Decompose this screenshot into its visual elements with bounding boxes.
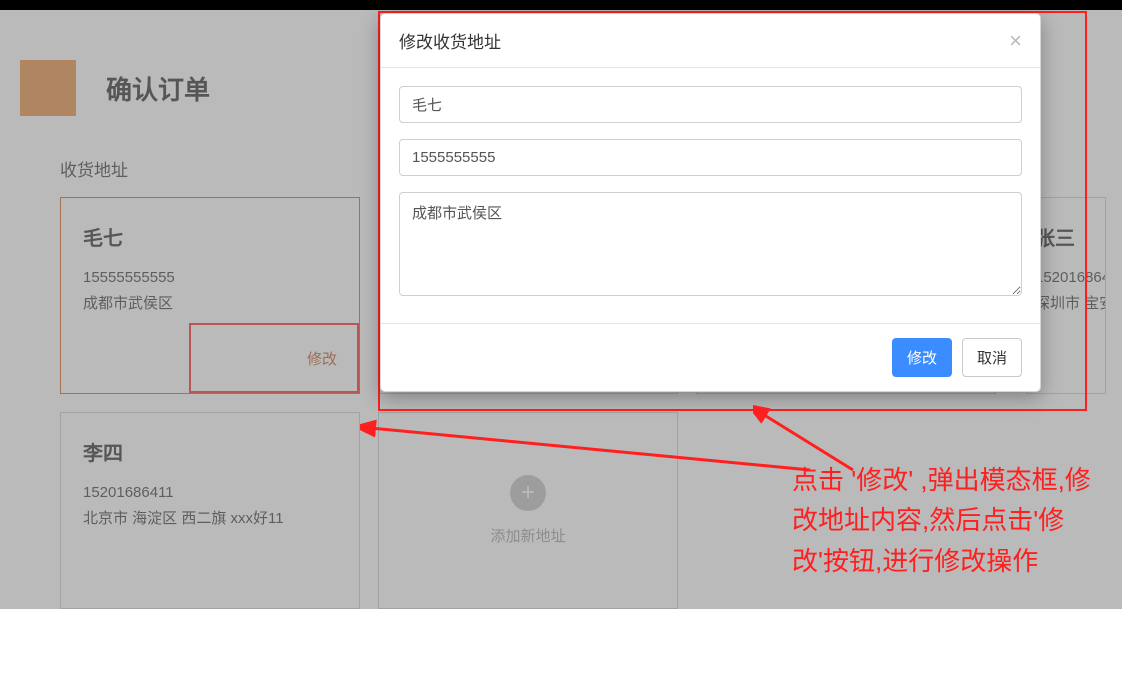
modal-title: 修改收货地址 — [399, 28, 501, 53]
submit-button[interactable]: 修改 — [892, 338, 952, 377]
edit-address-modal: 修改收货地址 × 成都市武侯区 修改 取消 — [380, 13, 1041, 392]
address-textarea[interactable]: 成都市武侯区 — [399, 192, 1022, 296]
modal-footer: 修改 取消 — [381, 324, 1040, 391]
name-input[interactable] — [399, 86, 1022, 123]
window-topbar — [0, 0, 1122, 10]
modal-body: 成都市武侯区 — [381, 68, 1040, 324]
modal-header: 修改收货地址 × — [381, 14, 1040, 68]
close-icon[interactable]: × — [1009, 30, 1022, 52]
phone-input[interactable] — [399, 139, 1022, 176]
cancel-button[interactable]: 取消 — [962, 338, 1022, 377]
page-root: 确认订单 收货地址 毛七 15555555555 成都市武侯区 修改 李四 15… — [0, 10, 1122, 609]
